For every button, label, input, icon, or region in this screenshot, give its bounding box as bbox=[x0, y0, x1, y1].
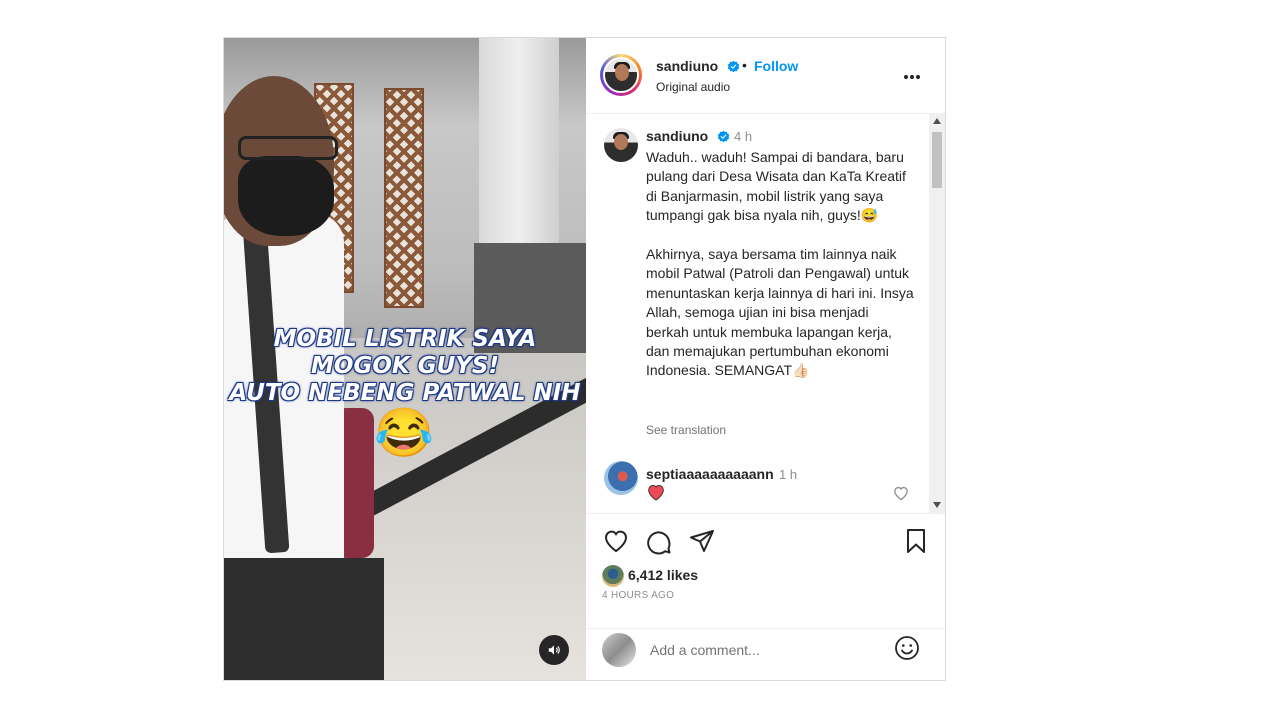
more-options-icon[interactable] bbox=[904, 66, 928, 86]
scroll-down-arrow-icon[interactable] bbox=[933, 502, 941, 508]
commenter-username[interactable]: septiaaaaaaaaaann bbox=[646, 466, 774, 482]
verified-badge-icon bbox=[727, 60, 740, 73]
commenter-avatar[interactable] bbox=[604, 461, 638, 495]
post-actions bbox=[586, 514, 945, 564]
red-heart-icon bbox=[648, 485, 664, 501]
caption-username[interactable]: sandiuno bbox=[646, 128, 708, 144]
video-overlay-text: MOBIL LISTRIK SAYA MOGOK GUYS! AUTO NEBE… bbox=[229, 326, 581, 406]
current-user-avatar bbox=[602, 633, 636, 667]
verified-badge-icon bbox=[717, 130, 730, 143]
caption-timestamp[interactable]: 4 h bbox=[734, 129, 752, 144]
comments-scroll-area[interactable]: sandiuno 4 h Waduh.. waduh! Sampai di ba… bbox=[586, 114, 945, 514]
header-username-link[interactable]: sandiuno bbox=[656, 58, 740, 74]
add-comment-input[interactable] bbox=[650, 639, 880, 661]
scroll-up-arrow-icon[interactable] bbox=[933, 118, 941, 124]
liker-avatar[interactable] bbox=[602, 565, 624, 587]
bookmark-icon[interactable] bbox=[902, 527, 930, 555]
video-lattice-panel bbox=[384, 88, 424, 308]
video-glasses bbox=[238, 136, 338, 160]
caption-avatar[interactable] bbox=[604, 128, 638, 162]
scrollbar[interactable] bbox=[929, 114, 945, 513]
caption-username-link[interactable]: sandiuno bbox=[646, 128, 730, 144]
header-username[interactable]: sandiuno bbox=[656, 58, 718, 74]
instagram-post: MOBIL LISTRIK SAYA MOGOK GUYS! AUTO NEBE… bbox=[223, 37, 946, 681]
see-translation-link[interactable]: See translation bbox=[646, 423, 726, 437]
comment-like-heart-icon[interactable] bbox=[892, 485, 910, 501]
likes-count[interactable]: 6,412 likes bbox=[628, 567, 698, 583]
post-video[interactable]: MOBIL LISTRIK SAYA MOGOK GUYS! AUTO NEBE… bbox=[224, 38, 586, 680]
separator-dot: • bbox=[742, 57, 747, 73]
comment-icon[interactable] bbox=[645, 527, 673, 555]
speaker-icon bbox=[548, 645, 560, 655]
original-audio-link[interactable]: Original audio bbox=[656, 80, 730, 94]
comment-timestamp[interactable]: 1 h bbox=[779, 467, 797, 482]
follow-button[interactable]: Follow bbox=[754, 58, 798, 74]
add-comment-bar bbox=[586, 628, 945, 680]
smiley-icon[interactable] bbox=[894, 635, 920, 661]
heart-icon[interactable] bbox=[602, 527, 630, 555]
video-face-mask bbox=[238, 156, 334, 236]
video-person-legs bbox=[224, 558, 384, 680]
audio-toggle-button[interactable] bbox=[539, 635, 569, 665]
story-ring[interactable] bbox=[600, 54, 642, 96]
avatar[interactable] bbox=[603, 57, 639, 93]
video-overlay-emoji: 😂 bbox=[374, 407, 434, 460]
post-header: sandiuno • Follow Original audio bbox=[586, 38, 945, 114]
post-time-ago[interactable]: 4 HOURS AGO bbox=[602, 590, 674, 601]
caption-text: Waduh.. waduh! Sampai di bandara, baru p… bbox=[646, 149, 914, 379]
share-icon[interactable] bbox=[688, 527, 716, 555]
scroll-thumb[interactable] bbox=[932, 132, 942, 188]
post-side-panel: sandiuno • Follow Original audio sandiun… bbox=[586, 38, 945, 680]
